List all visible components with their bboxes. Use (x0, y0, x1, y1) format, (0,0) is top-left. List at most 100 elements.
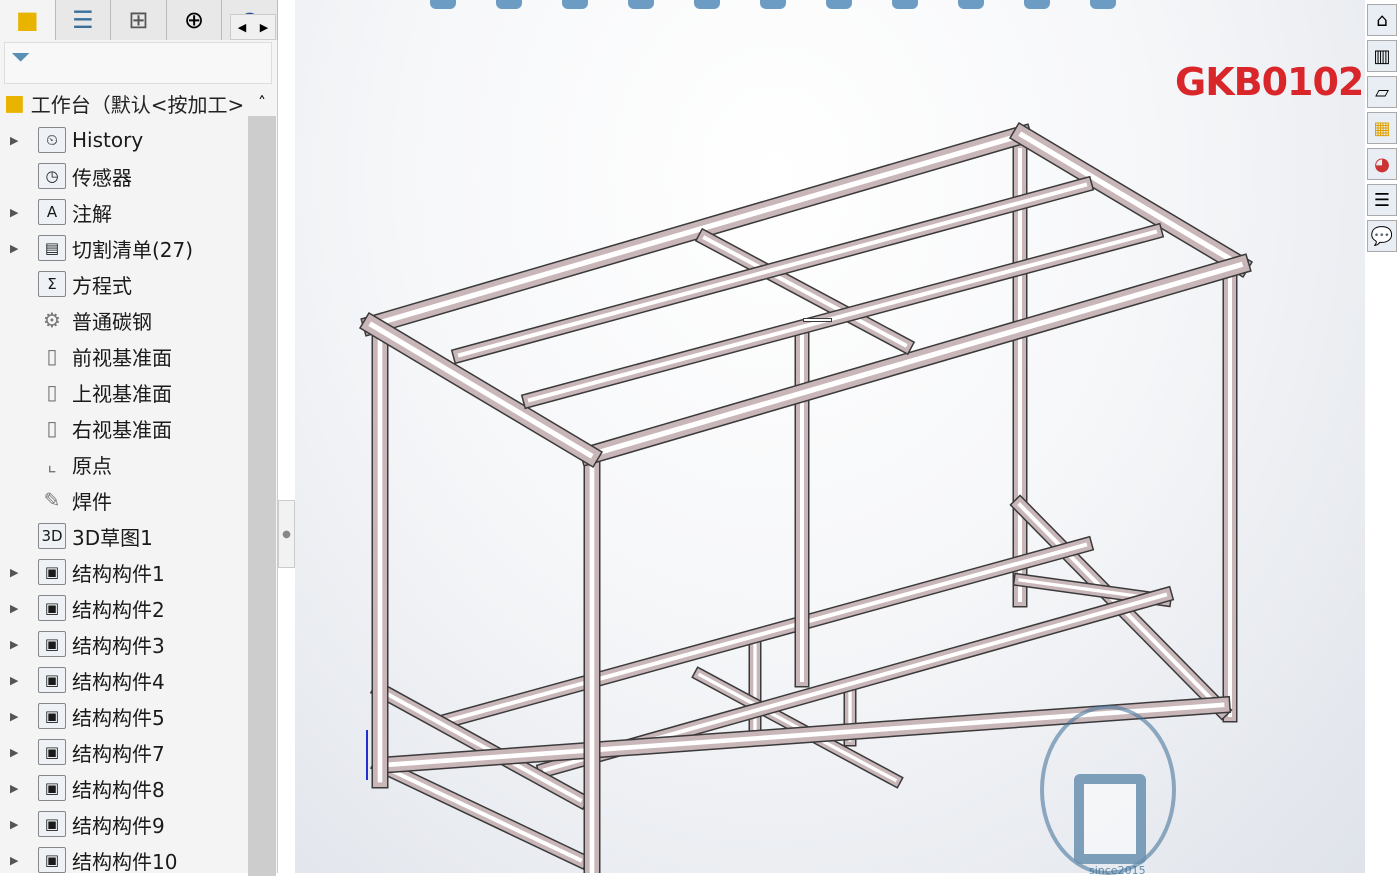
tree-item-label: 前视基准面 (72, 345, 172, 370)
model-code: GKB0102 (1175, 60, 1364, 104)
tree-item-label: History (72, 128, 144, 152)
tab-feature-manager[interactable]: ■ (0, 0, 56, 40)
tree-item[interactable]: ◷ 传感器 (0, 158, 132, 194)
tab-dimxpert[interactable]: ⊕ (167, 0, 223, 40)
design-library-icon[interactable]: ▥ (1367, 40, 1397, 72)
file-explorer-icon[interactable]: ▱ (1367, 76, 1397, 108)
structural-member-icon: ▣ (38, 847, 66, 873)
structural-member-icon: ▣ (38, 631, 66, 657)
expand-arrow-icon[interactable]: ▶ (10, 602, 24, 615)
tree-item[interactable]: ▶ ▤ 切割清单(27) (0, 230, 193, 266)
tree-item-label: 结构构件5 (72, 705, 165, 730)
tree-item[interactable]: ✎ 焊件 (0, 482, 112, 518)
monitor-icon[interactable] (1090, 0, 1116, 9)
tree-item-label: 上视基准面 (72, 381, 172, 406)
expand-arrow-icon[interactable]: ▶ (10, 710, 24, 723)
heads-up-view-toolbar (430, 0, 1290, 10)
tree-item[interactable]: ▶ ▣ 结构构件1 (0, 554, 165, 590)
scroll-left-button[interactable]: ◀ (231, 15, 253, 39)
filter-box[interactable]: ⏷ (4, 42, 272, 84)
expand-arrow-icon[interactable]: ▶ (10, 206, 24, 219)
tree-item-label: 结构构件4 (72, 669, 165, 694)
tree-item-label: 注解 (72, 201, 112, 226)
structural-member-icon: ▣ (38, 703, 66, 729)
edit-appearance-icon[interactable] (826, 0, 852, 9)
tree-item[interactable]: ▯ 前视基准面 (0, 338, 172, 374)
apply-scene-icon[interactable] (892, 0, 918, 9)
plane-icon: ▯ (46, 416, 58, 440)
panel-splitter[interactable]: ● (278, 500, 295, 568)
expand-arrow-icon[interactable]: ▶ (10, 134, 24, 147)
scroll-up-button[interactable]: ˄ (248, 88, 276, 116)
tree-item[interactable]: ⚙ 普通碳钢 (0, 302, 152, 338)
tab-configuration-manager[interactable]: ⊞ (111, 0, 167, 40)
annotation-icon: A (38, 199, 66, 225)
expand-arrow-icon[interactable]: ▶ (10, 242, 24, 255)
tree-item-label: 传感器 (72, 165, 132, 190)
tree-item[interactable]: ▶ ▣ 结构构件4 (0, 662, 165, 698)
crosshair-icon: ⊕ (184, 6, 205, 34)
tree-item[interactable]: ▶ ▣ 结构构件3 (0, 626, 165, 662)
sensor-icon: ◷ (38, 163, 66, 189)
tree-item[interactable]: ▶ ⏲ History (0, 122, 143, 158)
tree-item-label: 方程式 (72, 273, 132, 298)
3d-sketch-icon: 3D (38, 523, 66, 549)
home-icon[interactable]: ⌂ (1367, 4, 1397, 36)
hide-show-icon[interactable] (760, 0, 786, 9)
scroll-right-button[interactable]: ▶ (253, 15, 275, 39)
display-style-icon[interactable] (496, 0, 522, 9)
tree-item[interactable]: ▶ A 注解 (0, 194, 112, 230)
appearances-icon[interactable]: ◕ (1367, 148, 1397, 180)
tree-item[interactable]: ▶ ▣ 结构构件5 (0, 698, 165, 734)
plane-icon: ▯ (46, 380, 58, 404)
structural-member[interactable] (447, 542, 1088, 723)
forum-icon[interactable]: 💬 (1367, 220, 1397, 252)
filter-icon: ⏷ (11, 43, 31, 71)
tree-item-label: 普通碳钢 (72, 309, 152, 334)
tree-item[interactable]: ⌞ 原点 (0, 446, 112, 482)
graphics-viewport[interactable] (295, 0, 1365, 873)
tree-item[interactable]: ▶ ▣ 结构构件9 (0, 806, 165, 842)
tree-item[interactable]: ▶ ▣ 结构构件7 (0, 734, 165, 770)
tab-property-manager[interactable]: ☰ (56, 0, 112, 40)
expand-arrow-icon[interactable]: ▶ (10, 854, 24, 867)
tree-item[interactable]: ▶ ▣ 结构构件2 (0, 590, 165, 626)
tree-item-label: 结构构件8 (72, 777, 165, 802)
expand-arrow-icon[interactable]: ▶ (10, 746, 24, 759)
tree-item-label: 右视基准面 (72, 417, 172, 442)
tree-scrollbar[interactable]: ˄ (248, 88, 276, 876)
tree-item-label: 结构构件1 (72, 561, 165, 586)
tree-item[interactable]: Σ 方程式 (0, 266, 132, 302)
tree-root[interactable]: ■ 工作台（默认<按加工> (4, 88, 246, 118)
origin-icon: ⌞ (47, 452, 57, 476)
plane-icon: ▯ (46, 344, 58, 368)
tree-item-label: 结构构件9 (72, 813, 165, 838)
view-settings-icon[interactable] (958, 0, 984, 9)
configuration-manager-icon: ⊞ (128, 6, 149, 34)
cut-list-icon: ▤ (38, 235, 66, 261)
scroll-thumb[interactable] (248, 116, 276, 876)
tree-item-label: 结构构件3 (72, 633, 165, 658)
custom-properties-icon[interactable]: ☰ (1367, 184, 1397, 216)
watermark-logo-icon (1074, 774, 1146, 864)
view-palette-icon[interactable]: ▦ (1367, 112, 1397, 144)
zoom-area-icon[interactable] (628, 0, 654, 9)
material-icon: ⚙ (43, 308, 61, 332)
expand-arrow-icon[interactable]: ▶ (10, 566, 24, 579)
section-view-icon[interactable] (694, 0, 720, 9)
render-icon[interactable] (1024, 0, 1050, 9)
tree-item[interactable]: ▯ 右视基准面 (0, 410, 172, 446)
tree-item-label: 结构构件7 (72, 741, 165, 766)
expand-arrow-icon[interactable]: ▶ (10, 782, 24, 795)
zoom-fit-icon[interactable] (562, 0, 588, 9)
weldment-icon: ✎ (43, 488, 61, 512)
tree-item-label: 切割清单(27) (72, 237, 194, 262)
tree-item[interactable]: 3D 3D草图1 (0, 518, 153, 554)
expand-arrow-icon[interactable]: ▶ (10, 674, 24, 687)
tree-item[interactable]: ▶ ▣ 结构构件8 (0, 770, 165, 806)
structural-member-icon: ▣ (38, 739, 66, 765)
expand-arrow-icon[interactable]: ▶ (10, 638, 24, 651)
view-orientation-icon[interactable] (430, 0, 456, 9)
expand-arrow-icon[interactable]: ▶ (10, 818, 24, 831)
tree-item[interactable]: ▯ 上视基准面 (0, 374, 172, 410)
